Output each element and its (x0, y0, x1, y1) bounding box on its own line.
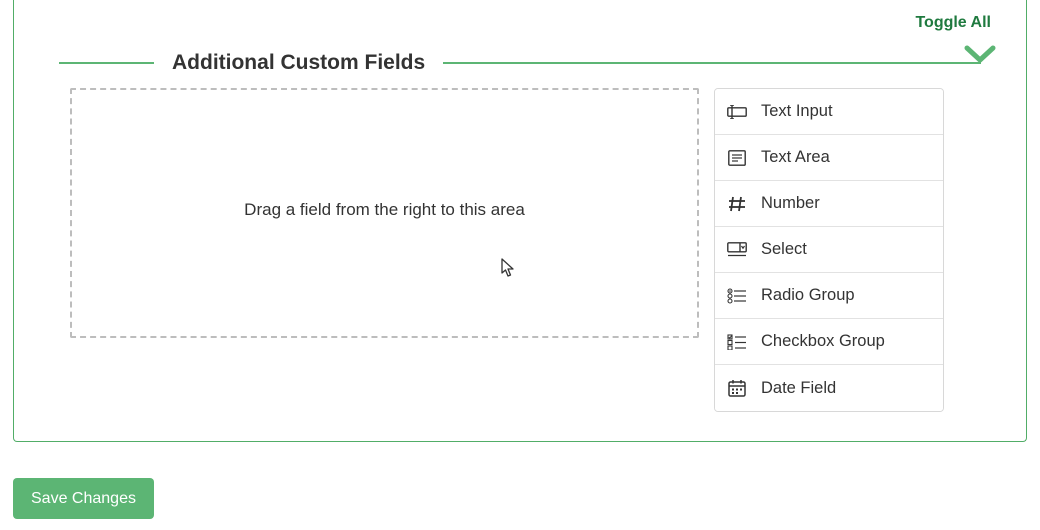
field-item-label: Number (761, 194, 820, 213)
field-palette: Text Input Text Area (714, 88, 944, 412)
field-builder: Drag a field from the right to this area… (70, 88, 944, 412)
legend-line-left (59, 62, 154, 64)
date-field-icon (727, 379, 747, 397)
drop-zone-text: Drag a field from the right to this area (244, 200, 525, 220)
checkbox-group-icon (727, 334, 747, 350)
custom-fields-card: Toggle All Additional Custom Fields Drag… (13, 0, 1027, 442)
field-item-label: Checkbox Group (761, 332, 885, 351)
field-item-label: Date Field (761, 379, 836, 398)
toggle-all-link[interactable]: Toggle All (915, 14, 991, 32)
field-item-label: Select (761, 240, 807, 259)
radio-group-icon (727, 288, 747, 304)
drop-zone[interactable]: Drag a field from the right to this area (70, 88, 699, 338)
section-title: Additional Custom Fields (154, 51, 443, 75)
legend-line-right (443, 62, 981, 64)
field-item-text-input[interactable]: Text Input (715, 89, 943, 135)
text-area-icon (727, 150, 747, 166)
field-item-number[interactable]: Number (715, 181, 943, 227)
field-item-checkbox-group[interactable]: Checkbox Group (715, 319, 943, 365)
field-item-radio-group[interactable]: Radio Group (715, 273, 943, 319)
number-icon (727, 195, 747, 213)
select-icon (727, 242, 747, 258)
field-item-select[interactable]: Select (715, 227, 943, 273)
field-item-label: Text Input (761, 102, 833, 121)
field-item-text-area[interactable]: Text Area (715, 135, 943, 181)
text-input-icon (727, 105, 747, 119)
save-changes-button[interactable]: Save Changes (13, 478, 154, 519)
field-item-label: Text Area (761, 148, 830, 167)
field-item-label: Radio Group (761, 286, 855, 305)
field-item-date-field[interactable]: Date Field (715, 365, 943, 411)
section-legend: Additional Custom Fields (59, 51, 981, 75)
